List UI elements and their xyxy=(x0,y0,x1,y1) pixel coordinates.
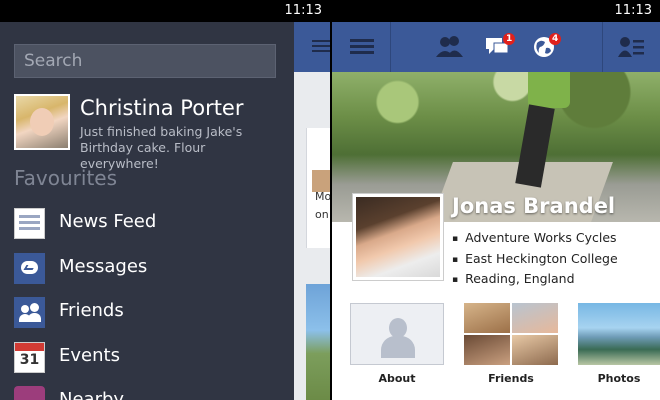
peek-text: on xyxy=(315,208,329,221)
menu-item-label: Events xyxy=(59,345,120,366)
about-label[interactable]: About xyxy=(350,372,444,385)
friends-icon xyxy=(14,297,45,328)
fact-education: East Heckington College xyxy=(452,250,618,271)
menu-button[interactable] xyxy=(332,22,390,72)
navigation-drawer: Search Christina Porter Just finished ba… xyxy=(0,22,294,400)
news-feed-icon xyxy=(14,208,45,239)
friends-tile[interactable] xyxy=(464,303,558,365)
notifications-button[interactable]: 4 xyxy=(530,22,566,72)
menu-item-label: Nearby xyxy=(59,389,125,400)
peek-header xyxy=(294,22,330,72)
profile-status: Just finished baking Jake's Birthday cak… xyxy=(80,124,243,171)
messages-button[interactable]: 1 xyxy=(482,22,518,72)
fact-location: Reading, England xyxy=(452,270,618,291)
peek-photo xyxy=(306,284,330,400)
right-phone: 11:13 1 4 Jonas Brandel ▪ Adventure Work… xyxy=(332,0,660,400)
status-bar: 11:13 xyxy=(332,0,660,22)
menu-item-nearby[interactable]: Nearby xyxy=(14,386,284,400)
profile-name[interactable]: Christina Porter xyxy=(80,96,244,120)
menu-item-events[interactable]: 31 Events xyxy=(14,342,284,376)
menu-item-friends[interactable]: Friends xyxy=(14,297,284,331)
profile-name: Jonas Brandel xyxy=(452,194,616,218)
menu-item-news-feed[interactable]: News Feed xyxy=(14,208,284,242)
profile-facts: Adventure Works Cycles East Heckington C… xyxy=(452,229,618,291)
person-silhouette-icon xyxy=(389,318,407,338)
search-input[interactable]: Search xyxy=(14,44,276,78)
messages-badge: 1 xyxy=(503,33,516,45)
menu-icon xyxy=(350,39,374,55)
left-phone: 11:13 Search Christina Porter Just finis… xyxy=(0,0,330,400)
news-feed-peek[interactable]: Mo on xyxy=(294,22,330,400)
messages-icon xyxy=(14,253,45,284)
notifications-badge: 4 xyxy=(549,33,562,45)
peek-avatar xyxy=(312,170,330,192)
avatar[interactable] xyxy=(14,94,70,150)
menu-item-messages[interactable]: Messages xyxy=(14,253,284,287)
friends-label[interactable]: Friends xyxy=(464,372,558,385)
photos-label[interactable]: Photos xyxy=(578,372,660,385)
divider xyxy=(390,22,391,72)
status-time: 11:13 xyxy=(284,3,322,18)
friend-requests-icon xyxy=(436,36,463,57)
peek-text: Mo xyxy=(315,190,330,203)
status-bar: 11:13 xyxy=(0,0,330,22)
menu-item-label: Friends xyxy=(59,300,124,321)
profile-picture[interactable] xyxy=(352,193,444,281)
top-bar: 1 4 xyxy=(332,22,660,72)
friends-list-icon xyxy=(618,37,644,57)
events-icon: 31 xyxy=(14,342,45,373)
events-icon-date: 31 xyxy=(19,352,40,368)
menu-item-label: News Feed xyxy=(59,211,157,232)
screenshot: 11:13 Search Christina Porter Just finis… xyxy=(0,0,660,400)
friend-requests-button[interactable] xyxy=(432,22,468,72)
fact-workplace: Adventure Works Cycles xyxy=(452,229,618,250)
nearby-icon xyxy=(14,386,45,400)
friends-list-button[interactable] xyxy=(602,22,660,72)
favourites-heading: Favourites xyxy=(14,166,118,190)
about-tile[interactable] xyxy=(350,303,444,365)
status-time: 11:13 xyxy=(614,3,652,18)
menu-item-label: Messages xyxy=(59,256,148,277)
menu-icon[interactable] xyxy=(312,40,330,52)
photos-tile[interactable] xyxy=(578,303,660,365)
